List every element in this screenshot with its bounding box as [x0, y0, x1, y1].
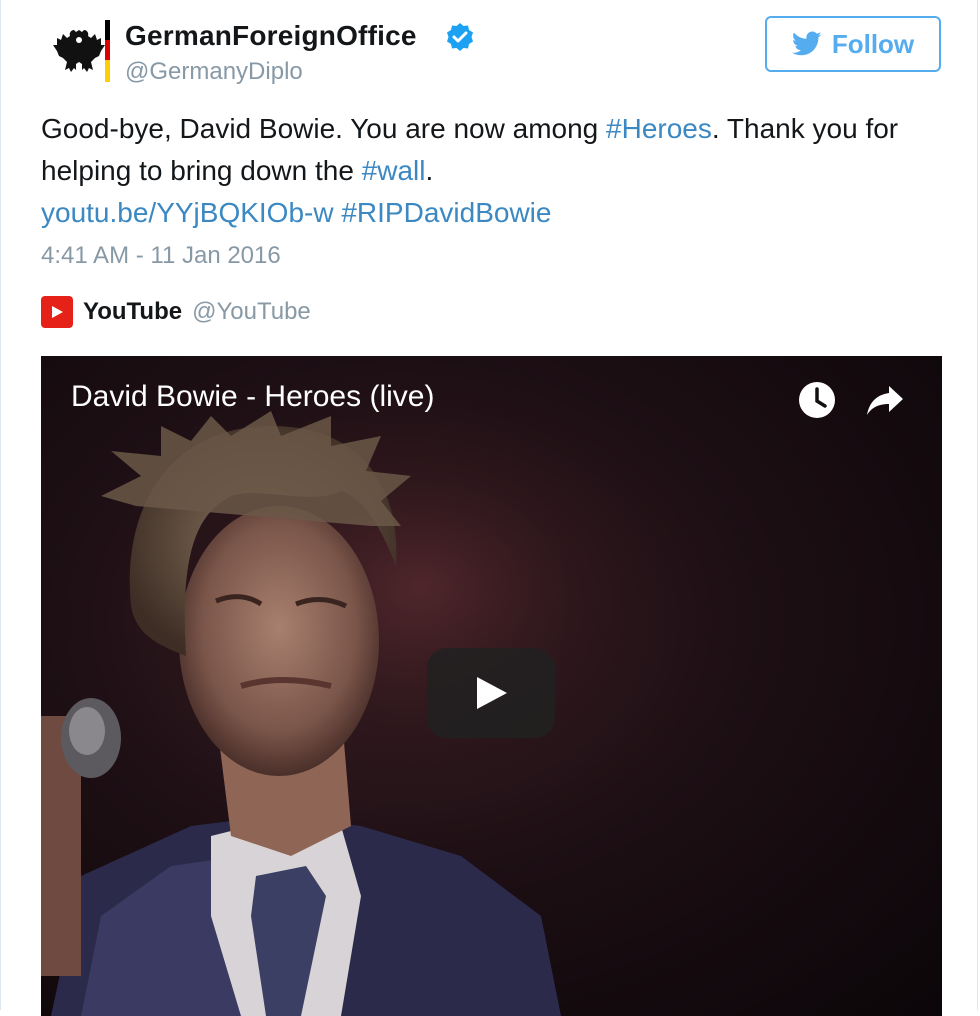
source-name: YouTube — [83, 298, 183, 325]
hashtag-wall[interactable]: #wall — [362, 155, 426, 186]
watch-later-icon[interactable] — [797, 380, 837, 420]
follow-button[interactable]: Follow — [765, 16, 941, 72]
eagle-logo-icon — [47, 18, 113, 84]
follow-label: Follow — [831, 28, 915, 59]
play-button[interactable] — [427, 648, 555, 738]
youtube-link[interactable]: youtu.be/YYjBQKIOb-w — [41, 197, 334, 228]
tweet-text-part: Good-bye, David Bowie. You are now among — [41, 113, 607, 144]
display-name[interactable]: GermanForeignOffice — [125, 20, 417, 52]
twitter-bird-icon — [791, 31, 822, 56]
tweet-header: GermanForeignOffice @GermanyDiplo Follow — [41, 14, 943, 86]
video-player[interactable]: David Bowie - Heroes (live) — [41, 356, 942, 1016]
tweet-text: Good-bye, David Bowie. You are now among… — [41, 108, 941, 234]
source-handle: @YouTube — [192, 298, 311, 325]
hashtag-heroes[interactable]: #Heroes — [606, 113, 712, 144]
tweet-embed: GermanForeignOffice @GermanyDiplo Follow… — [0, 0, 978, 1016]
video-title[interactable]: David Bowie - Heroes (live) — [71, 380, 434, 414]
youtube-logo-icon — [41, 296, 73, 328]
card-source[interactable]: YouTube @YouTube — [41, 294, 311, 330]
play-icon — [477, 677, 507, 709]
share-icon[interactable] — [865, 382, 905, 418]
timestamp[interactable]: 4:41 AM - 11 Jan 2016 — [41, 242, 281, 270]
avatar[interactable] — [47, 18, 113, 84]
tweet-text-part: . — [425, 155, 434, 186]
user-handle[interactable]: @GermanyDiplo — [125, 58, 303, 86]
verified-badge-icon — [447, 23, 473, 51]
hashtag-ripdavidbowie[interactable]: #RIPDavidBowie — [341, 197, 551, 228]
